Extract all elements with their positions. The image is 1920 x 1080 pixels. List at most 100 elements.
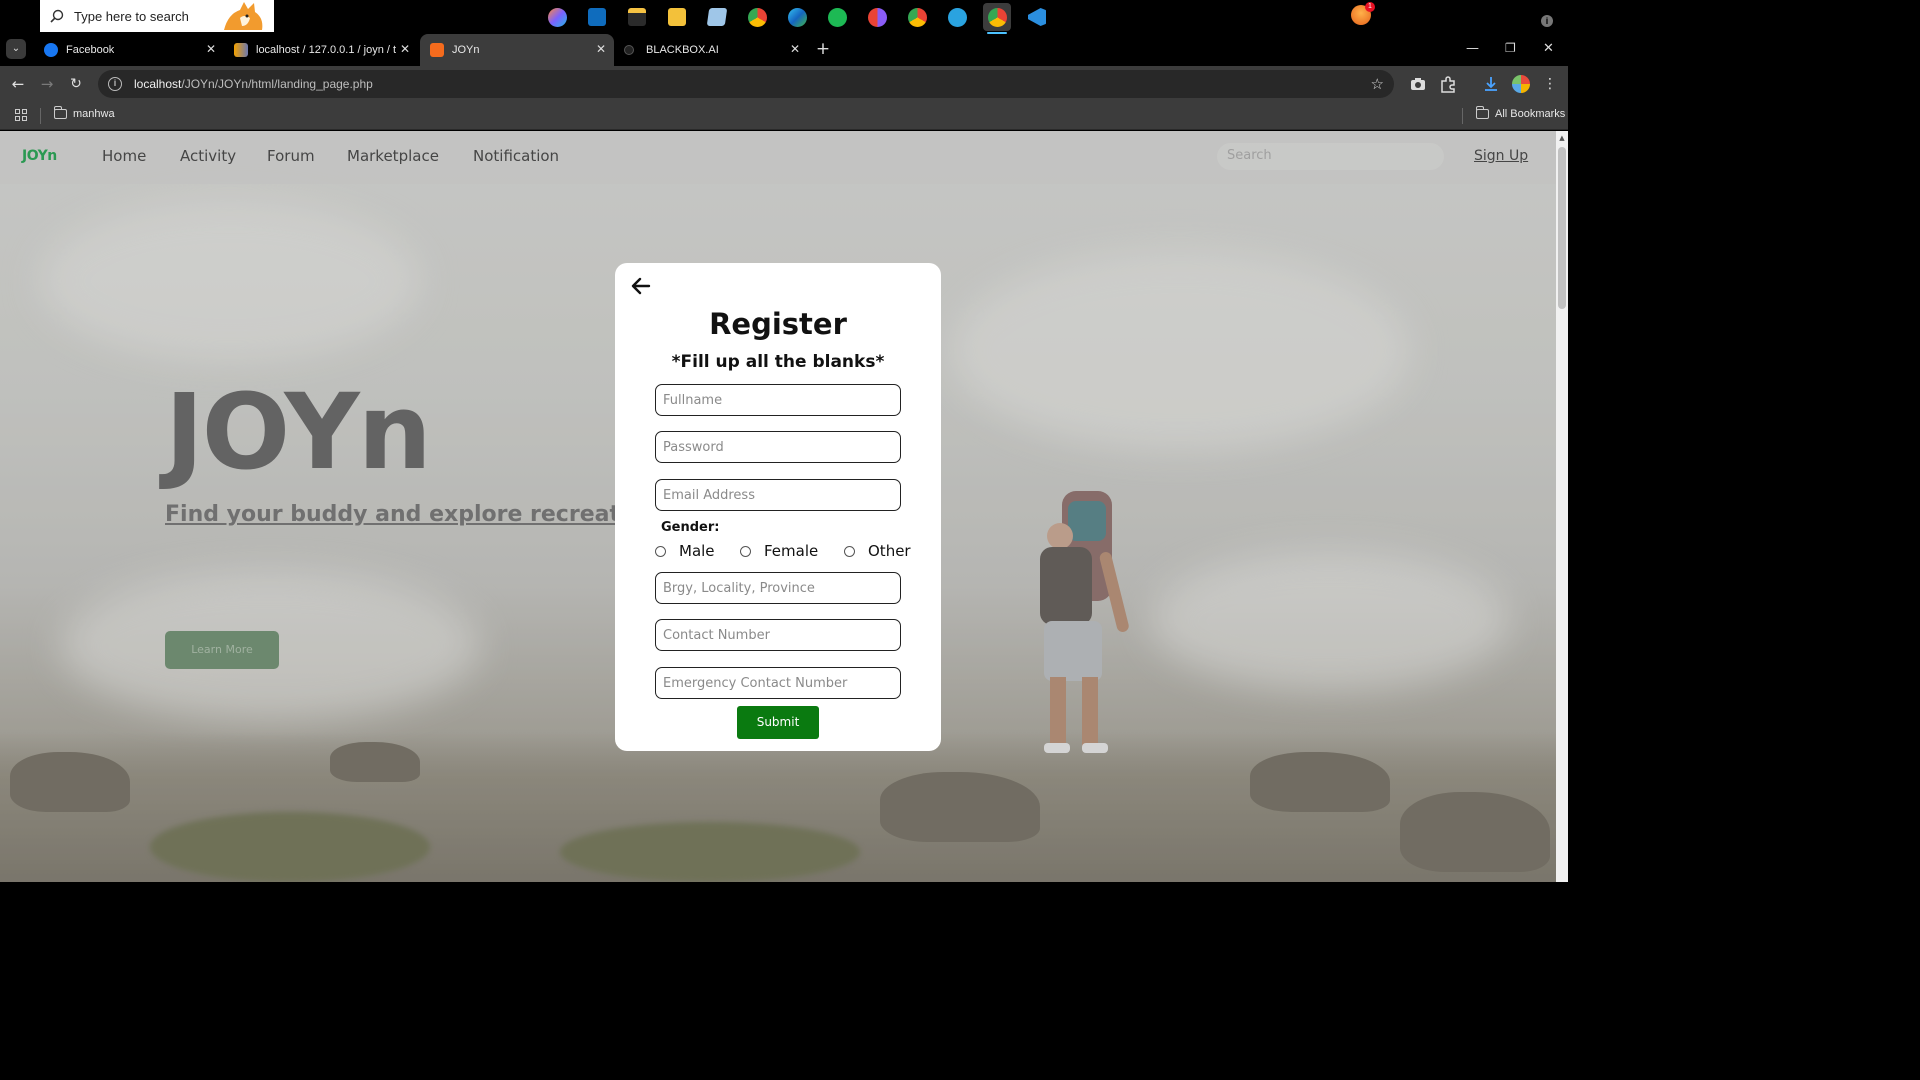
- bookmark-star-icon[interactable]: ☆: [1371, 75, 1384, 93]
- radio-button[interactable]: [655, 545, 666, 557]
- folder-icon: [53, 106, 67, 119]
- taskbar-pinned-apps: [543, 3, 1051, 34]
- minimize-icon[interactable]: —: [1466, 41, 1479, 56]
- taskbar-search-box[interactable]: Type here to search: [40, 0, 274, 32]
- tray-app-icon[interactable]: 1: [1351, 2, 1375, 25]
- taskbar-sticky-notes[interactable]: [623, 3, 651, 31]
- tab-title: localhost / 127.0.0.1 / joyn / tb: [256, 44, 396, 56]
- extensions-puzzle-icon[interactable]: [1439, 75, 1457, 93]
- emergency-contact-field[interactable]: [655, 667, 901, 699]
- page-scrollbar[interactable]: ▲: [1556, 131, 1568, 882]
- submit-button[interactable]: Submit: [737, 706, 819, 739]
- taskbar-telegram[interactable]: [943, 3, 971, 31]
- register-modal: Register *Fill up all the blanks* Gender…: [615, 263, 941, 751]
- chrome-profile-icon: [867, 7, 887, 27]
- radio-label: Other: [868, 542, 911, 560]
- outlook-icon: [588, 8, 606, 26]
- browser-tab-strip: ⌄ Facebook ✕ localhost / 127.0.0.1 / joy…: [0, 34, 1568, 66]
- restore-icon[interactable]: ❐: [1505, 41, 1516, 55]
- back-arrow-icon[interactable]: ←: [8, 74, 28, 94]
- download-icon[interactable]: [1482, 75, 1500, 93]
- scroll-up-arrow-icon[interactable]: ▲: [1556, 133, 1568, 143]
- taskbar-search-placeholder: Type here to search: [74, 8, 189, 24]
- bookmark-label: manhwa: [73, 108, 115, 120]
- tab-title: JOYn: [452, 44, 480, 56]
- url-host: localhost: [134, 77, 182, 91]
- address-field[interactable]: [655, 572, 901, 604]
- close-tab-icon[interactable]: ✕: [400, 42, 410, 56]
- taskbar-chrome[interactable]: [743, 3, 771, 31]
- chrome-profile-2-icon: [907, 7, 927, 27]
- fullname-field[interactable]: [655, 384, 901, 416]
- telegram-icon: [947, 7, 967, 27]
- taskbar-outlook[interactable]: [583, 3, 611, 31]
- contact-number-field[interactable]: [655, 619, 901, 651]
- all-bookmarks-button[interactable]: All Bookmarks: [1475, 106, 1566, 120]
- browser-toolbar: ← → ↻ i localhost/JOYn/JOYn/html/landing…: [0, 66, 1568, 102]
- taskbar-chrome-active[interactable]: [983, 3, 1011, 34]
- gender-option-female[interactable]: Female: [740, 542, 818, 560]
- close-tab-icon[interactable]: ✕: [596, 42, 606, 56]
- back-arrow-icon[interactable]: [630, 275, 652, 297]
- chrome-icon: [747, 7, 767, 27]
- taskbar-chrome-profile[interactable]: [863, 3, 891, 31]
- forward-arrow-icon[interactable]: →: [37, 74, 57, 94]
- taskbar-copilot[interactable]: [543, 3, 571, 31]
- bookmarks-divider: [40, 108, 41, 124]
- copilot-icon: [547, 7, 567, 27]
- url-text[interactable]: localhost/JOYn/JOYn/html/landing_page.ph…: [134, 77, 373, 91]
- tab-facebook[interactable]: Facebook ✕: [34, 34, 224, 66]
- tab-search-button[interactable]: ⌄: [6, 39, 26, 59]
- address-bar[interactable]: i localhost/JOYn/JOYn/html/landing_page.…: [98, 70, 1394, 98]
- close-tab-icon[interactable]: ✕: [206, 42, 216, 56]
- file-explorer-icon: [668, 8, 686, 26]
- site-info-icon[interactable]: i: [108, 77, 122, 91]
- tab-joyn[interactable]: JOYn ✕: [420, 34, 614, 66]
- notepad-icon: [706, 8, 728, 26]
- blackbox-favicon-icon: [624, 45, 634, 55]
- menu-kebab-icon[interactable]: ⋮: [1540, 74, 1560, 94]
- radio-button[interactable]: [844, 545, 855, 557]
- bookmark-folder-manhwa[interactable]: manhwa: [53, 106, 115, 120]
- taskbar-spotify[interactable]: [823, 3, 851, 31]
- vscode-icon: [1028, 8, 1046, 26]
- tray-info-icon[interactable]: i: [1541, 15, 1553, 27]
- scroll-thumb[interactable]: [1558, 147, 1566, 309]
- taskbar-notepad[interactable]: [703, 3, 731, 31]
- email-field[interactable]: [655, 479, 901, 511]
- spotify-icon: [827, 7, 847, 27]
- bookmarks-divider: [1462, 108, 1463, 124]
- register-subtitle: *Fill up all the blanks*: [671, 352, 885, 372]
- taskbar-edge[interactable]: [783, 3, 811, 31]
- close-window-icon[interactable]: ✕: [1543, 41, 1554, 56]
- search-icon: [50, 9, 64, 23]
- reload-icon[interactable]: ↻: [66, 74, 86, 94]
- gender-option-other[interactable]: Other: [844, 542, 911, 560]
- profile-avatar-icon[interactable]: [1512, 75, 1530, 93]
- tab-title: Facebook: [66, 44, 115, 56]
- close-tab-icon[interactable]: ✕: [790, 42, 800, 56]
- facebook-favicon-icon: [44, 43, 58, 57]
- taskbar-chrome-profile-2[interactable]: [903, 3, 931, 31]
- phpmyadmin-favicon-icon: [234, 43, 248, 57]
- all-bookmarks-label: All Bookmarks: [1495, 108, 1566, 120]
- taskbar-vscode[interactable]: [1023, 3, 1051, 31]
- url-path: /JOYn/JOYn/html/landing_page.php: [181, 77, 373, 91]
- new-tab-button[interactable]: +: [813, 39, 833, 59]
- radio-label: Female: [764, 542, 819, 560]
- tab-blackbox[interactable]: BLACKBOX.AI ✕: [614, 34, 808, 66]
- edge-icon: [787, 7, 807, 27]
- apps-grid-icon[interactable]: [15, 109, 27, 121]
- chrome-active-icon: [987, 7, 1007, 27]
- register-title: Register: [709, 307, 847, 341]
- password-field[interactable]: [655, 431, 901, 463]
- search-highlight-fox-icon: [224, 2, 263, 30]
- taskbar-file-explorer[interactable]: [663, 3, 691, 31]
- camera-icon[interactable]: [1409, 75, 1427, 93]
- radio-button[interactable]: [740, 545, 751, 557]
- xampp-favicon-icon: [430, 43, 444, 57]
- bookmarks-bar: manhwa All Bookmarks: [0, 102, 1568, 130]
- gender-option-male[interactable]: Male: [655, 542, 715, 560]
- radio-label: Male: [679, 542, 715, 560]
- tab-phpmyadmin[interactable]: localhost / 127.0.0.1 / joyn / tb ✕: [224, 34, 418, 66]
